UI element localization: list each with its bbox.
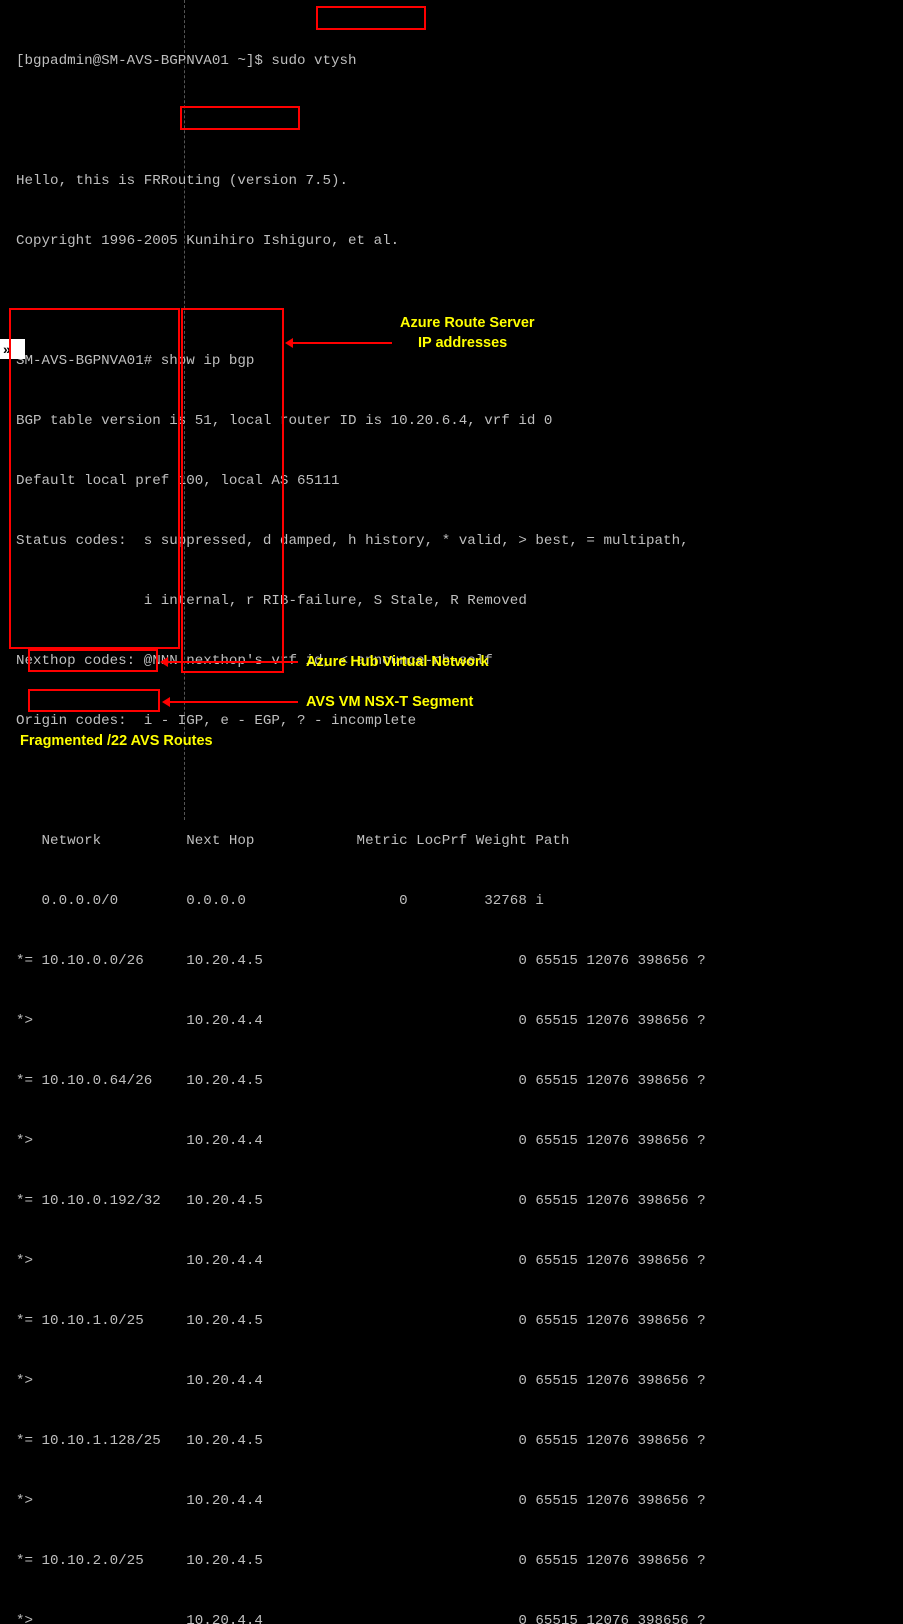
bgp-row: *> 10.20.4.4 0 65515 12076 398656 ?: [16, 1251, 897, 1271]
bgp-local-info: Default local pref 100, local AS 65111: [16, 471, 897, 491]
bgp-row: *= 10.10.1.128/25 10.20.4.5 0 65515 1207…: [16, 1431, 897, 1451]
bgp-row: *> 10.20.4.4 0 65515 12076 398656 ?: [16, 1131, 897, 1151]
prompt-line: [bgpadmin@SM-AVS-BGPNVA01 ~]$ sudo vtysh: [16, 51, 897, 71]
bgp-row: *> 10.20.4.4 0 65515 12076 398656 ?: [16, 1371, 897, 1391]
shell-prompt: [bgpadmin@SM-AVS-BGPNVA01 ~]$: [16, 53, 271, 69]
bgp-row: *= 10.10.2.0/25 10.20.4.5 0 65515 12076 …: [16, 1551, 897, 1571]
status-codes-2: i internal, r RIB-failure, S Stale, R Re…: [16, 591, 897, 611]
nexthop-codes: Nexthop codes: @NNN nexthop's vrf id, < …: [16, 651, 897, 671]
chevron-icon: »: [0, 339, 25, 359]
frr-prompt-line: SM-AVS-BGPNVA01# show ip bgp: [16, 351, 897, 371]
bgp-table-info: BGP table version is 51, local router ID…: [16, 411, 897, 431]
origin-codes: Origin codes: i - IGP, e - EGP, ? - inco…: [16, 711, 897, 731]
frr-copyright: Copyright 1996-2005 Kunihiro Ishiguro, e…: [16, 231, 897, 251]
bgp-row-default: 0.0.0.0/0 0.0.0.0 0 32768 i: [16, 891, 897, 911]
bgp-row: *= 10.10.0.0/26 10.20.4.5 0 65515 12076 …: [16, 951, 897, 971]
frr-hello: Hello, this is FRRouting (version 7.5).: [16, 171, 897, 191]
bgp-row: *> 10.20.4.4 0 65515 12076 398656 ?: [16, 1611, 897, 1624]
bgp-row: *= 10.10.1.0/25 10.20.4.5 0 65515 12076 …: [16, 1311, 897, 1331]
bgp-row: *> 10.20.4.4 0 65515 12076 398656 ?: [16, 1011, 897, 1031]
bgp-row: *= 10.10.0.64/26 10.20.4.5 0 65515 12076…: [16, 1071, 897, 1091]
command-sudo-vtysh: sudo vtysh: [271, 53, 356, 69]
bgp-row: *> 10.20.4.4 0 65515 12076 398656 ?: [16, 1491, 897, 1511]
bgp-row: *= 10.10.0.192/32 10.20.4.5 0 65515 1207…: [16, 1191, 897, 1211]
terminal-output: [bgpadmin@SM-AVS-BGPNVA01 ~]$ sudo vtysh…: [16, 11, 897, 1624]
frr-prompt: SM-AVS-BGPNVA01#: [16, 353, 161, 369]
command-show-ip-bgp: show ip bgp: [161, 353, 255, 369]
status-codes-1: Status codes: s suppressed, d damped, h …: [16, 531, 897, 551]
bgp-table-header: Network Next Hop Metric LocPrf Weight Pa…: [16, 831, 897, 851]
